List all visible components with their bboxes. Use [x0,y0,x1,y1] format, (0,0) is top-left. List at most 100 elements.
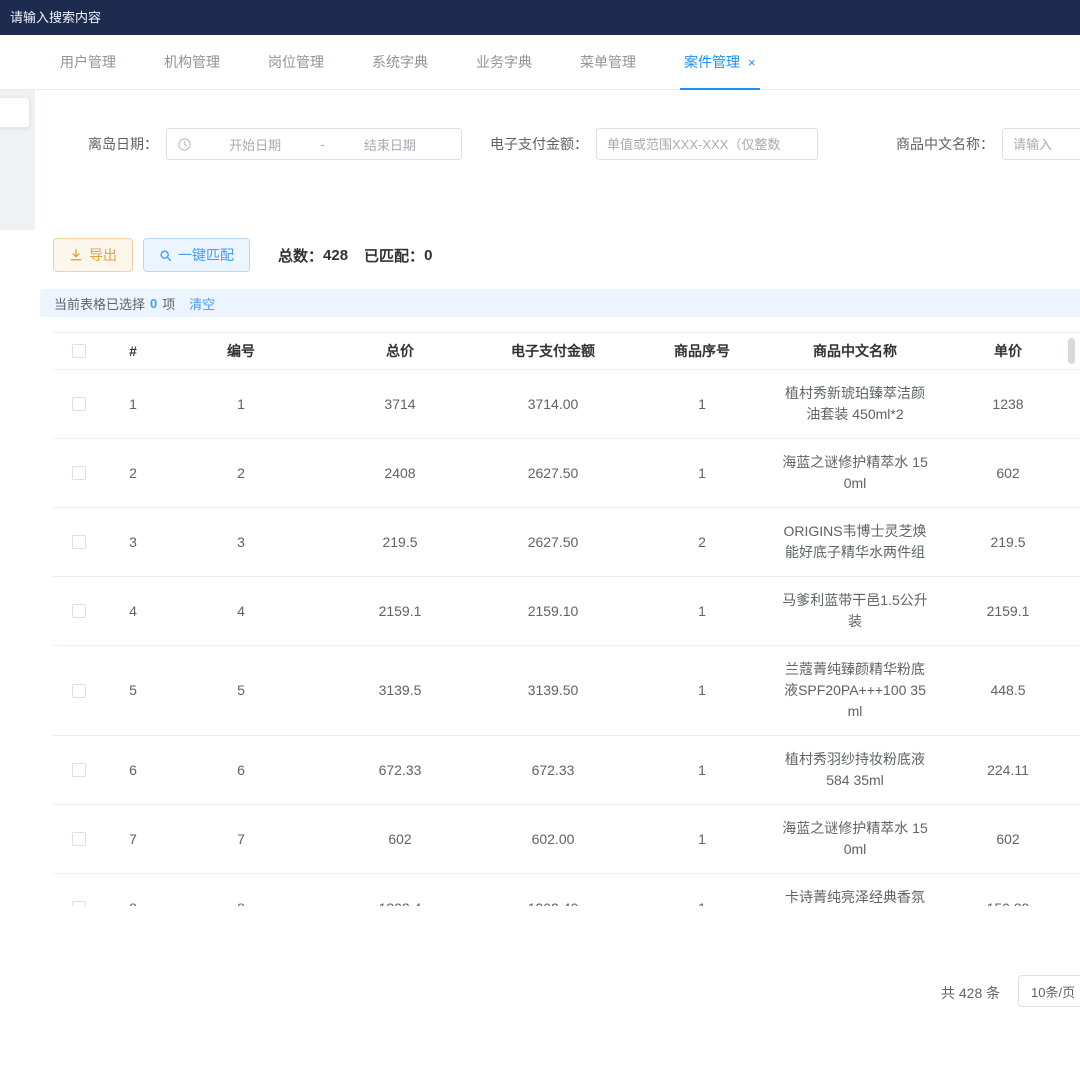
cell-index: 3 [105,532,161,553]
cell-epayment: 602.00 [479,829,627,850]
table-row: 5 5 3139.5 3139.50 1 兰蔻菁纯臻颜精华粉底液SPF20PA+… [53,646,1080,736]
scrollbar-thumb[interactable] [1068,338,1075,364]
row-checkbox[interactable] [72,901,86,906]
cell-number: 2 [161,463,321,484]
cell-total-price: 3139.5 [321,680,479,701]
tab-label: 菜单管理 [580,52,636,72]
select-all-checkbox[interactable] [72,344,86,358]
tab-label: 业务字典 [476,52,532,72]
row-checkbox[interactable] [72,763,86,777]
product-filter-label: 商品中文名称： [896,134,994,154]
cell-epayment: 1302.40 [479,898,627,907]
export-button[interactable]: 导出 [53,238,133,272]
cell-total-price: 219.5 [321,532,479,553]
header-product-serial: 商品序号 [627,341,777,362]
row-checkbox[interactable] [72,397,86,411]
product-name-filter: 商品中文名称： [896,128,1080,160]
table-header-row: # 编号 总价 电子支付金额 商品序号 商品中文名称 单价 [53,332,1080,370]
row-checkbox[interactable] [72,604,86,618]
start-date-input[interactable]: 开始日期 [194,135,316,154]
table-row: 8 8 1302.4 1302.40 1 卡诗菁纯亮泽经典香氛油 150.39 [53,874,1080,906]
end-date-input[interactable]: 结束日期 [329,135,451,154]
close-icon[interactable]: × [748,56,756,69]
table-row: 3 3 219.5 2627.50 2 ORIGINS韦博士灵芝焕能好底子精华水… [53,508,1080,577]
cell-unit-price: 219.5 [933,532,1080,553]
cell-unit-price: 2159.1 [933,601,1080,622]
tab-case-management[interactable]: 案件管理 × [684,35,756,90]
cell-epayment: 3139.50 [479,680,627,701]
toolbar: 导出 一键匹配 总数：428 已匹配：0 [35,238,1080,272]
page-size-value: 10条/页 [1031,982,1075,1001]
cell-number: 8 [161,898,321,907]
row-checkbox[interactable] [72,535,86,549]
tab-user-management[interactable]: 用户管理 [60,35,116,90]
cell-product-serial: 1 [627,463,777,484]
cell-index: 2 [105,463,161,484]
cell-total-price: 2159.1 [321,601,479,622]
header-search-input[interactable]: 请输入搜索内容 [0,0,101,35]
cell-product-name: 卡诗菁纯亮泽经典香氛油 [777,887,933,906]
data-table: # 编号 总价 电子支付金额 商品序号 商品中文名称 单价 1 1 3714 3… [53,332,1080,906]
row-checkbox[interactable] [72,832,86,846]
table-row: 4 4 2159.1 2159.10 1 马爹利蓝带干邑1.5公升装 2159.… [53,577,1080,646]
cell-unit-price: 602 [933,829,1080,850]
page-size-select[interactable]: 10条/页 [1018,975,1080,1007]
date-range-picker[interactable]: 开始日期 - 结束日期 [166,128,462,160]
cell-product-name: 马爹利蓝带干邑1.5公升装 [777,590,933,632]
tab-bar: 用户管理 机构管理 岗位管理 系统字典 业务字典 菜单管理 案件管理 × [0,35,1080,90]
main-content: 离岛日期： 开始日期 - 结束日期 电子支付金额： 商品中文名称： [35,90,1080,906]
product-name-input[interactable] [1002,128,1080,160]
table-row: 6 6 672.33 672.33 1 植村秀羽纱持妆粉底液 584 35ml … [53,736,1080,805]
header-epayment: 电子支付金额 [479,341,627,362]
payment-amount-input[interactable] [596,128,818,160]
cell-product-serial: 1 [627,680,777,701]
one-click-match-button[interactable]: 一键匹配 [143,238,250,272]
header-unit-price: 单价 [933,341,1080,362]
cell-index: 1 [105,394,161,415]
matched-label: 已匹配： [364,245,424,266]
cell-number: 3 [161,532,321,553]
cell-product-name: ORIGINS韦博士灵芝焕能好底子精华水两件组 [777,521,933,563]
cell-product-serial: 1 [627,394,777,415]
cell-total-price: 1302.4 [321,898,479,907]
header-total-price: 总价 [321,341,479,362]
cell-total-price: 602 [321,829,479,850]
cell-product-serial: 1 [627,829,777,850]
date-filter: 离岛日期： 开始日期 - 结束日期 [88,128,462,160]
row-checkbox[interactable] [72,684,86,698]
cell-product-name: 海蓝之谜修护精萃水 150ml [777,452,933,494]
cell-unit-price: 448.5 [933,680,1080,701]
tab-system-dictionary[interactable]: 系统字典 [372,35,428,90]
topbar: 请输入搜索内容 [0,0,1080,35]
tab-business-dictionary[interactable]: 业务字典 [476,35,532,90]
cell-number: 5 [161,680,321,701]
cell-index: 4 [105,601,161,622]
cell-product-serial: 1 [627,760,777,781]
cell-product-name: 兰蔻菁纯臻颜精华粉底液SPF20PA+++100 35ml [777,659,933,722]
header-index: # [105,341,161,362]
cell-total-price: 3714 [321,394,479,415]
tab-position-management[interactable]: 岗位管理 [268,35,324,90]
payment-filter-label: 电子支付金额： [490,134,588,154]
total-label: 总数： [278,245,323,266]
clear-selection-link[interactable]: 清空 [189,294,215,313]
tab-label: 用户管理 [60,52,116,72]
selection-bar: 当前表格已选择 0 项 清空 [40,289,1080,317]
table-row: 1 1 3714 3714.00 1 植村秀新琥珀臻萃洁颜油套装 450ml*2… [53,370,1080,439]
tab-label: 系统字典 [372,52,428,72]
table-row: 7 7 602 602.00 1 海蓝之谜修护精萃水 150ml 602 [53,805,1080,874]
cell-epayment: 2627.50 [479,532,627,553]
match-button-label: 一键匹配 [178,245,234,265]
cell-product-serial: 1 [627,898,777,907]
tab-org-management[interactable]: 机构管理 [164,35,220,90]
download-icon [69,248,83,262]
tab-label: 案件管理 [684,52,740,72]
tab-menu-management[interactable]: 菜单管理 [580,35,636,90]
total-value: 428 [323,247,348,264]
clock-icon [177,137,192,152]
date-range-separator: - [316,137,328,152]
screen: 请输入搜索内容 用户管理 机构管理 岗位管理 系统字典 业务字典 菜单管理 案件… [0,0,1080,1077]
cell-total-price: 2408 [321,463,479,484]
row-checkbox[interactable] [72,466,86,480]
cell-epayment: 3714.00 [479,394,627,415]
